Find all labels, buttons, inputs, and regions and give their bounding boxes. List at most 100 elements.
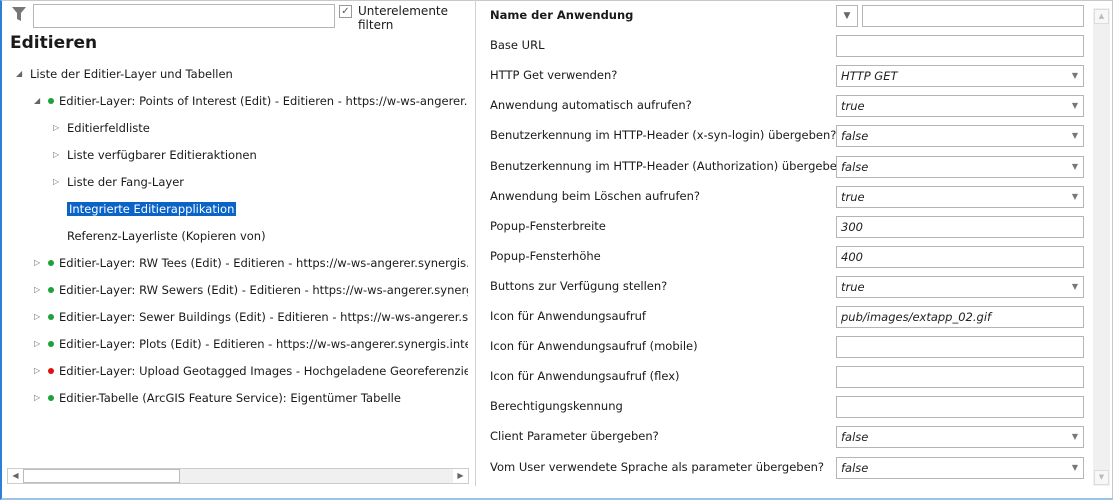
tree-node[interactable]: ▷ Editier-Layer: Plots (Edit) - Editieren… (34, 335, 468, 353)
expand-arrow-icon[interactable]: ▷ (34, 335, 44, 353)
property-value: false (841, 129, 869, 143)
property-label: Base URL (490, 38, 545, 52)
tree-node[interactable]: Integrierte Editierapplikation (67, 200, 237, 218)
property-label: Anwendung beim Löschen aufrufen? (490, 189, 700, 203)
property-label: Icon für Anwendungsaufruf (flex) (490, 369, 680, 383)
property-label: Benutzerkennung im HTTP-Header (x-syn-lo… (490, 128, 837, 142)
expand-arrow-icon[interactable]: ▷ (34, 362, 44, 380)
chevron-down-icon[interactable]: ▼ (1072, 66, 1078, 86)
expand-arrow-icon[interactable]: ▷ (53, 173, 63, 191)
property-value: false (841, 430, 869, 444)
property-input[interactable]: pub/images/extapp_02.gif (836, 306, 1084, 328)
chevron-down-icon[interactable]: ▼ (1072, 96, 1078, 116)
expand-arrow-icon[interactable]: ▷ (34, 254, 44, 272)
property-label: Vom User verwendete Sprache als paramete… (490, 460, 825, 474)
property-row: Buttons zur Verfügung stellen? true ▼ (490, 276, 1090, 298)
property-dropdown[interactable]: true ▼ (836, 186, 1084, 208)
splitter[interactable] (475, 0, 476, 486)
status-dot-icon (48, 314, 54, 320)
tree-node[interactable]: ▷ Editier-Tabelle (ArcGIS Feature Service… (34, 389, 401, 407)
property-label: Icon für Anwendungsaufruf (mobile) (490, 339, 698, 353)
scrollbar-thumb[interactable] (23, 469, 180, 483)
property-input[interactable] (836, 35, 1084, 57)
collapse-arrow-icon[interactable]: ◢ (16, 65, 26, 83)
property-value: true (841, 280, 865, 294)
tree-node[interactable]: ▷ Liste verfügbarer Editieraktionen (53, 146, 257, 164)
tree-panel: ✓ Unterelemente filtern Editieren ◢ Liste… (2, 0, 474, 497)
expand-arrow-icon[interactable]: ▷ (53, 119, 63, 137)
collapse-arrow-icon[interactable]: ◢ (34, 92, 44, 110)
tree-node-label: Referenz-Layerliste (Kopieren von) (67, 229, 266, 243)
chevron-down-icon[interactable]: ▼ (1072, 427, 1078, 447)
dropdown-button-icon[interactable]: ▼ (836, 5, 858, 27)
property-label: HTTP Get verwenden? (490, 68, 618, 82)
chevron-down-icon[interactable]: ▼ (1072, 187, 1078, 207)
scroll-down-icon[interactable]: ▼ (1094, 470, 1109, 485)
property-row: Name der Anwendung ▼ (490, 5, 1090, 27)
scroll-left-icon[interactable]: ◀ (8, 469, 23, 483)
tree-node-label: Liste der Editier-Layer und Tabellen (30, 67, 233, 81)
tree-node-label: Editier-Tabelle (ArcGIS Feature Service)… (59, 391, 401, 405)
property-dropdown[interactable]: false ▼ (836, 426, 1084, 448)
property-dropdown[interactable]: true ▼ (836, 276, 1084, 298)
property-input[interactable] (836, 396, 1084, 418)
tree-node[interactable]: ▷ Editierfeldliste (53, 119, 150, 137)
chevron-down-icon[interactable]: ▼ (1072, 277, 1078, 297)
property-value: 400 (841, 250, 863, 264)
chevron-down-icon[interactable]: ▼ (1072, 157, 1078, 177)
property-row: Anwendung beim Löschen aufrufen? true ▼ (490, 186, 1090, 208)
property-label: Buttons zur Verfügung stellen? (490, 279, 668, 293)
property-row: Client Parameter übergeben? false ▼ (490, 426, 1090, 448)
property-dropdown[interactable]: false ▼ (836, 156, 1084, 178)
expand-arrow-icon[interactable]: ▷ (34, 281, 44, 299)
expand-arrow-icon[interactable]: ▷ (34, 308, 44, 326)
tree-node[interactable]: ▷ Editier-Layer: RW Sewers (Edit) - Editi… (34, 281, 468, 299)
status-dot-icon (48, 341, 54, 347)
property-value: false (841, 461, 869, 475)
expand-arrow-icon[interactable]: ▷ (53, 146, 63, 164)
scroll-up-icon[interactable]: ▲ (1094, 9, 1109, 24)
tree-node-label: Editierfeldliste (67, 121, 150, 135)
tree-node-label: Editier-Layer: Sewer Buildings (Edit) - … (59, 310, 468, 324)
tree-node[interactable]: ◢ Liste der Editier-Layer und Tabellen (16, 65, 233, 83)
property-row: Benutzerkennung im HTTP-Header (x-syn-lo… (490, 125, 1090, 147)
tree-node-label: Editier-Layer: RW Sewers (Edit) - Editie… (59, 283, 468, 297)
property-label: Berechtigungskennung (490, 399, 623, 413)
property-row: Icon für Anwendungsaufruf pub/images/exta… (490, 306, 1090, 328)
tree-node[interactable]: ◢ Editier-Layer: Points of Interest (Edit… (34, 92, 468, 110)
tree-node[interactable]: ▷ Editier-Layer: Sewer Buildings (Edit) -… (34, 308, 468, 326)
property-input[interactable] (836, 336, 1084, 358)
property-row: Icon für Anwendungsaufruf (flex) (490, 366, 1090, 388)
status-dot-icon (48, 98, 54, 104)
chevron-down-icon[interactable]: ▼ (1072, 126, 1078, 146)
scroll-right-icon[interactable]: ▶ (453, 469, 468, 483)
property-dropdown[interactable]: false ▼ (836, 125, 1084, 147)
property-value: true (841, 190, 865, 204)
property-value: HTTP GET (841, 69, 898, 83)
property-dropdown[interactable]: HTTP GET ▼ (836, 65, 1084, 87)
property-value: pub/images/extapp_02.gif (841, 310, 992, 324)
tree-node[interactable]: ▷ Editier-Layer: RW Tees (Edit) - Editier… (34, 254, 468, 272)
property-input[interactable]: 400 (836, 246, 1084, 268)
property-row: Popup-Fensterbreite 300 (490, 216, 1090, 238)
tree-view: ◢ Liste der Editier-Layer und Tabellen ◢ Ed… (2, 0, 468, 465)
status-dot-icon (48, 260, 54, 266)
property-dropdown[interactable]: true ▼ (836, 95, 1084, 117)
horizontal-scrollbar[interactable]: ◀ ▶ (7, 468, 469, 484)
property-label: Popup-Fensterbreite (490, 219, 606, 233)
chevron-down-icon[interactable]: ▼ (1072, 458, 1078, 478)
tree-node[interactable]: ▷ Liste der Fang-Layer (53, 173, 184, 191)
expand-arrow-icon[interactable]: ▷ (34, 389, 44, 407)
property-value: true (841, 99, 865, 113)
status-dot-icon (48, 287, 54, 293)
property-input[interactable]: 300 (836, 216, 1084, 238)
property-input[interactable] (862, 5, 1084, 27)
tree-node-label: Liste verfügbarer Editieraktionen (67, 148, 257, 162)
property-label: Client Parameter übergeben? (490, 429, 659, 443)
property-input[interactable] (836, 366, 1084, 388)
property-row: Base URL (490, 35, 1090, 57)
vertical-scrollbar[interactable]: ▲ ▼ (1093, 8, 1110, 486)
tree-node[interactable]: ▷ Editier-Layer: Upload Geotagged Images … (34, 362, 468, 380)
tree-node[interactable]: Referenz-Layerliste (Kopieren von) (67, 227, 266, 245)
property-dropdown[interactable]: false ▼ (836, 457, 1084, 479)
